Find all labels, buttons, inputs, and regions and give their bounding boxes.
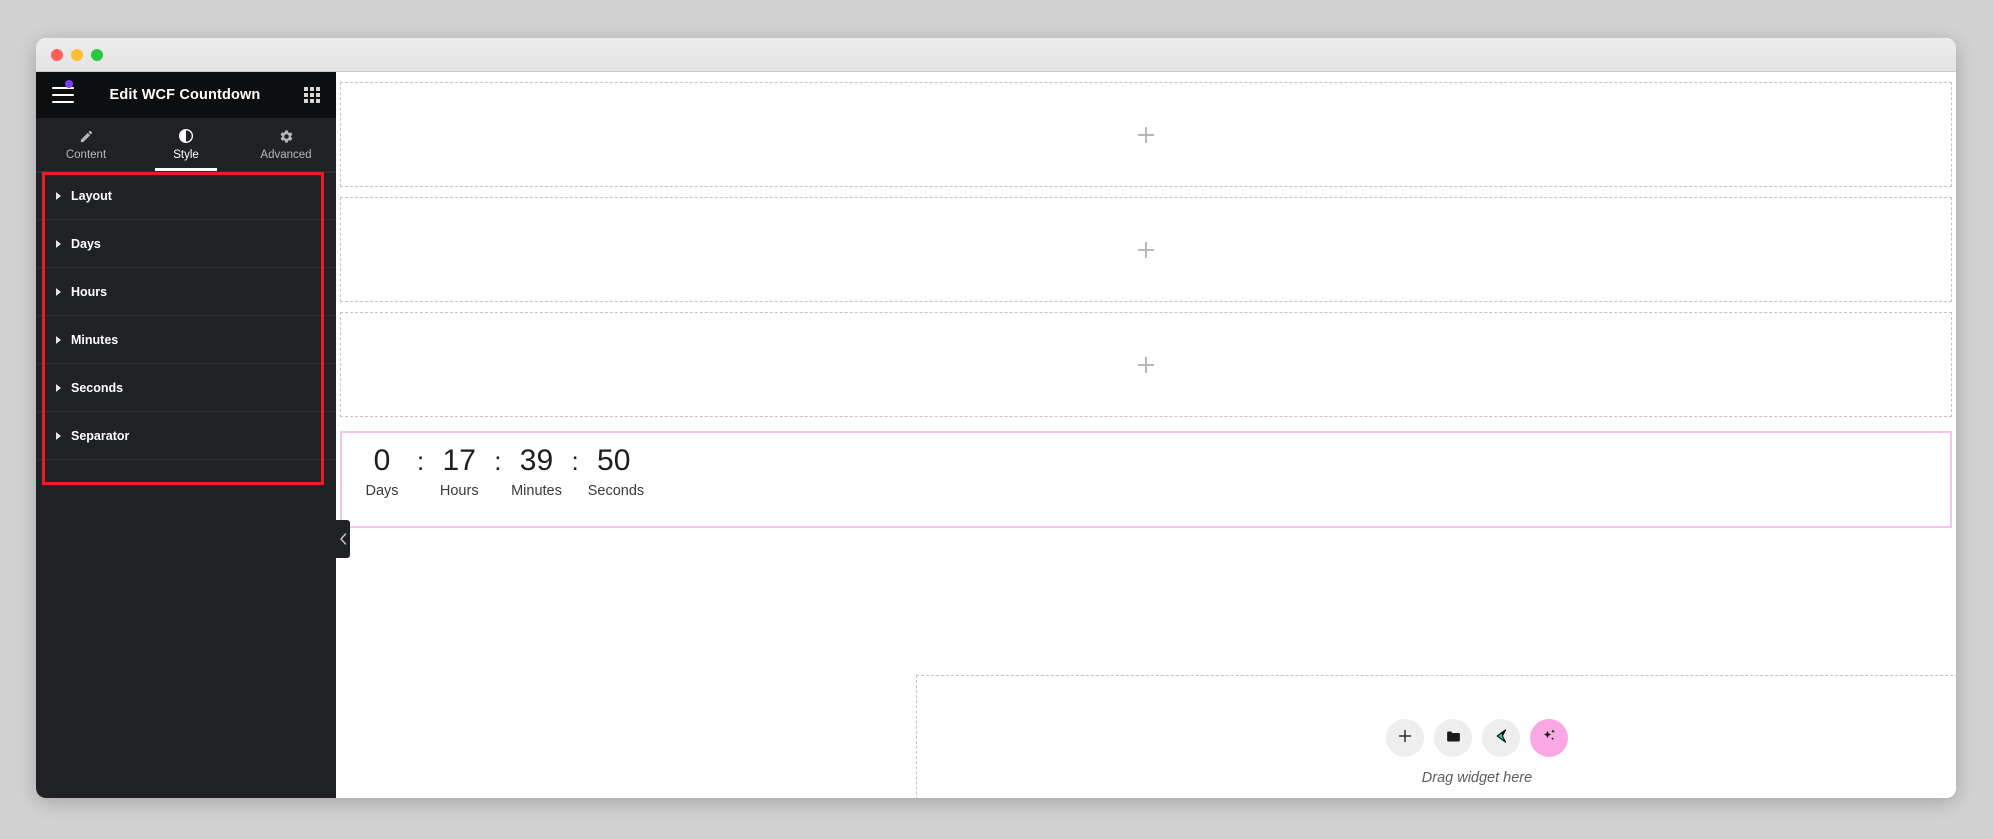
countdown-seconds-label: Seconds [587, 482, 645, 499]
add-element-button[interactable] [1386, 719, 1424, 757]
widget-drop-zone[interactable]: Drag widget here [916, 675, 1956, 798]
countdown-days-value: 0 [373, 444, 391, 477]
section-seconds[interactable]: Seconds [36, 364, 336, 412]
section-days[interactable]: Days [36, 220, 336, 268]
section-seconds-label: Seconds [71, 380, 124, 395]
chevron-right-icon [56, 431, 61, 440]
empty-section-1[interactable] [340, 82, 1952, 187]
ai-generate-button[interactable] [1530, 719, 1568, 757]
tab-content-label: Content [65, 148, 107, 161]
empty-section-3[interactable] [340, 312, 1952, 417]
chevron-right-icon [56, 383, 61, 392]
tab-advanced-label: Advanced [260, 148, 312, 161]
tab-advanced[interactable]: Advanced [236, 118, 336, 171]
apps-grid-icon[interactable] [304, 87, 320, 103]
countdown-seconds-value: 50 [597, 444, 631, 477]
drop-zone-caption: Drag widget here [1421, 770, 1533, 786]
maximize-window-button[interactable] [91, 48, 103, 61]
countdown-labels: Days : Hours : Minutes : Seconds [356, 483, 1936, 514]
countdown-minutes-label: Minutes [511, 482, 562, 499]
section-separator-label: Separator [71, 428, 130, 443]
section-days-label: Days [71, 236, 101, 251]
pencil-icon [79, 129, 94, 144]
close-window-button[interactable] [51, 48, 63, 61]
panel-title: Edit WCF Countdown [109, 87, 261, 103]
section-minutes[interactable]: Minutes [36, 316, 336, 364]
sparkles-icon [1540, 727, 1558, 749]
window-titlebar [36, 38, 1956, 72]
plus-icon[interactable] [1138, 356, 1154, 373]
section-hours-label: Hours [71, 284, 108, 299]
elementor-panel: Edit WCF Countdown Content Style Advance… [36, 72, 350, 798]
section-layout[interactable]: Layout [36, 172, 336, 220]
panel-collapse-button[interactable] [336, 520, 350, 558]
panel-tabs: Content Style Advanced [36, 118, 336, 172]
style-sections-accordion: Layout Days Hours Minutes Seconds Separa… [36, 172, 336, 460]
tab-content[interactable]: Content [36, 118, 136, 171]
plus-icon[interactable] [1138, 241, 1154, 258]
countdown-days-label: Days [365, 482, 399, 499]
plus-icon[interactable] [1138, 126, 1154, 143]
tab-style[interactable]: Style [136, 118, 236, 171]
panel-sections-wrap: Layout Days Hours Minutes Seconds Separa… [36, 172, 336, 798]
add-template-button[interactable] [1434, 719, 1472, 757]
chevron-right-icon [56, 192, 61, 200]
countdown-widget[interactable]: 0 : 17 : 39 : 50 Days : Hours : Minutes … [340, 431, 1952, 528]
countdown-separator: : [494, 446, 502, 476]
section-layout-label: Layout [71, 189, 112, 203]
elementor-logo-icon [1492, 727, 1510, 749]
countdown-hours-value: 17 [442, 444, 476, 477]
panel-header: Edit WCF Countdown [36, 72, 336, 118]
chevron-right-icon [56, 287, 61, 296]
notification-dot [65, 80, 73, 88]
elementor-logo-icon-button[interactable] [1482, 719, 1520, 757]
chevron-right-icon [56, 335, 61, 344]
section-minutes-label: Minutes [71, 332, 119, 347]
section-hours[interactable]: Hours [36, 268, 336, 316]
chevron-left-icon [340, 533, 347, 545]
countdown-minutes-value: 39 [519, 444, 554, 477]
countdown-separator: : [417, 446, 425, 476]
chevron-right-icon [56, 239, 61, 248]
browser-window: Edit WCF Countdown Content Style Advance… [36, 38, 1956, 798]
tab-style-label: Style [173, 149, 199, 161]
countdown-digits: 0 : 17 : 39 : 50 [356, 445, 1936, 477]
countdown-hours-label: Hours [439, 482, 479, 499]
section-separator[interactable]: Separator [36, 412, 336, 460]
editor-canvas: 0 : 17 : 39 : 50 Days : Hours : Minutes … [336, 72, 1956, 798]
editor-workspace: Edit WCF Countdown Content Style Advance… [36, 72, 1956, 798]
contrast-icon [178, 128, 194, 144]
countdown-separator: : [571, 446, 579, 476]
empty-section-2[interactable] [340, 197, 1952, 302]
hamburger-menu-icon[interactable] [52, 80, 74, 103]
drop-zone-actions [1386, 719, 1568, 757]
gear-icon [279, 129, 294, 144]
minimize-window-button[interactable] [71, 48, 83, 61]
folder-icon [1445, 728, 1462, 749]
plus-icon [1397, 728, 1413, 748]
